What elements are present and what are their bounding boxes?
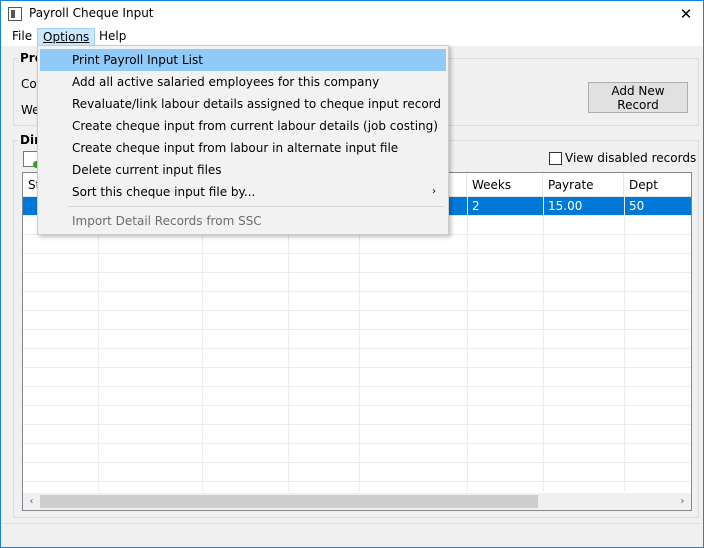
menu-help[interactable]: Help xyxy=(94,28,131,46)
status-bar xyxy=(3,523,701,545)
menu-item-import-from-ssc: Import Detail Records from SSC xyxy=(72,214,262,228)
table-row-empty xyxy=(23,368,691,387)
company-label: Co xyxy=(21,77,37,91)
title-bar: Payroll Cheque Input ✕ xyxy=(1,1,703,27)
cell xyxy=(23,197,28,216)
table-row-empty xyxy=(23,349,691,368)
menu-item-create-from-alternate-file[interactable]: Create cheque input from labour in alter… xyxy=(40,137,446,159)
menu-options[interactable]: Options xyxy=(37,28,96,46)
column-divider xyxy=(467,197,468,492)
app-icon xyxy=(8,7,22,21)
view-disabled-label: View disabled records xyxy=(565,151,697,165)
table-row-empty xyxy=(23,292,691,311)
view-disabled-row[interactable]: View disabled records xyxy=(549,151,696,165)
column-header-payrate[interactable]: Payrate xyxy=(543,173,624,197)
table-row-empty xyxy=(23,425,691,444)
table-row-empty xyxy=(23,330,691,349)
cell-payrate: 15.00 xyxy=(548,199,583,213)
window-title: Payroll Cheque Input xyxy=(29,6,154,20)
menu-item-sort-input-file[interactable]: Sort this cheque input file by... › xyxy=(40,181,446,203)
table-row-empty xyxy=(23,311,691,330)
menu-item-print-payroll-input-list[interactable]: Print Payroll Input List xyxy=(40,49,446,71)
column-divider xyxy=(202,197,203,492)
menu-file[interactable]: File xyxy=(7,28,37,46)
view-disabled-checkbox[interactable] xyxy=(549,151,562,165)
submenu-arrow-icon: › xyxy=(432,186,436,197)
table-row-empty xyxy=(23,444,691,463)
scroll-right-icon[interactable]: › xyxy=(674,493,691,510)
scrollbar-thumb[interactable] xyxy=(40,495,538,508)
column-divider xyxy=(543,197,544,492)
horizontal-scrollbar[interactable]: ‹ › xyxy=(23,493,691,510)
table-row-empty xyxy=(23,254,691,273)
menu-item-revaluate-labour-details[interactable]: Revaluate/link labour details assigned t… xyxy=(40,93,446,115)
table-row-empty xyxy=(23,273,691,292)
close-button[interactable]: ✕ xyxy=(669,1,703,27)
table-row-empty xyxy=(23,406,691,425)
column-header-dept[interactable]: Dept xyxy=(624,173,691,197)
options-dropdown-menu: Print Payroll Input List Add all active … xyxy=(37,45,449,235)
menu-item-sort-label: Sort this cheque input file by... xyxy=(72,185,256,199)
table-row-empty xyxy=(23,235,691,254)
add-new-record-button[interactable]: Add New Record xyxy=(588,82,688,113)
menu-item-delete-input-files[interactable]: Delete current input files xyxy=(40,159,446,181)
menu-bar: File Options Help xyxy=(1,27,703,46)
column-divider xyxy=(624,197,625,492)
scroll-left-icon[interactable]: ‹ xyxy=(23,493,40,510)
cell-dept: 50 xyxy=(629,199,645,213)
table-row-empty xyxy=(23,463,691,482)
main-window: Payroll Cheque Input ✕ File Options Help… xyxy=(0,0,704,548)
cell-weeks: 2 xyxy=(472,199,480,213)
table-row-empty xyxy=(23,387,691,406)
menu-separator xyxy=(68,206,444,207)
column-divider xyxy=(288,197,289,492)
column-divider xyxy=(359,197,360,492)
column-header-weeks[interactable]: Weeks xyxy=(467,173,543,197)
column-divider xyxy=(98,197,99,492)
menu-item-create-from-current-labour[interactable]: Create cheque input from current labour … xyxy=(40,115,446,137)
menu-item-add-salaried-employees[interactable]: Add all active salaried employees for th… xyxy=(40,71,446,93)
